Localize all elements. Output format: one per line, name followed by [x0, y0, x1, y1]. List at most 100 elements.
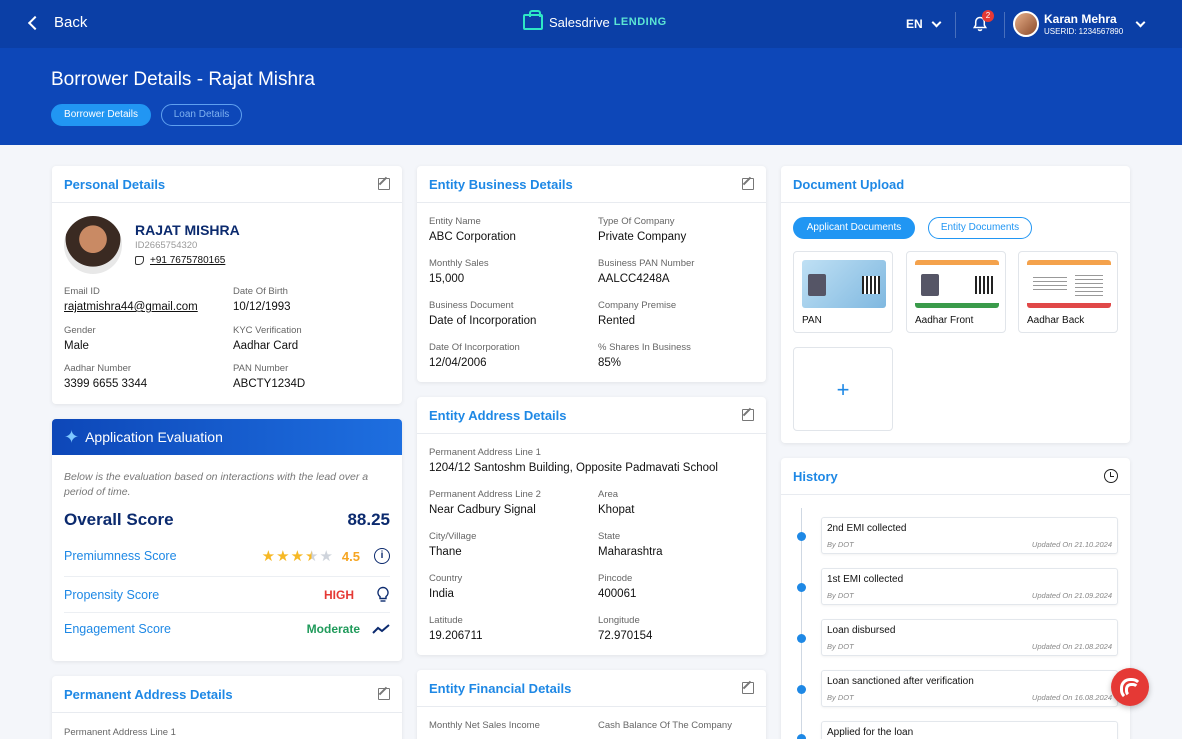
field-incorporation-date: Date Of Incorporation 12/04/2006 — [429, 342, 520, 369]
document-label: Aadhar Back — [1027, 315, 1085, 326]
add-document-button[interactable]: + — [793, 347, 893, 431]
field-value: ABCTY1234D — [233, 378, 306, 390]
field-gender: Gender Male — [64, 325, 96, 352]
edit-icon[interactable] — [378, 688, 390, 700]
card-title: Entity Business Details — [429, 176, 573, 192]
history-date: Updated On 21.09.2024 — [1031, 591, 1112, 600]
sparkle-icon: ✦ — [64, 426, 80, 447]
edit-icon[interactable] — [742, 178, 754, 190]
chevron-down-icon — [1135, 17, 1146, 27]
field-value: India — [429, 588, 454, 600]
document-pan[interactable]: PAN — [793, 251, 893, 333]
back-button[interactable]: Back — [27, 14, 87, 31]
propensity-score-group: HIGH — [324, 586, 390, 603]
tab-entity-documents[interactable]: Entity Documents — [928, 217, 1032, 239]
field-value: Rented — [598, 315, 636, 327]
field-value: Maharashtra — [598, 546, 663, 558]
email-link[interactable]: rajatmishra44@gmail.com — [64, 301, 198, 313]
edit-icon[interactable] — [742, 682, 754, 694]
divider — [955, 12, 956, 38]
entity-business-card: Entity Business Details Entity Name ABC … — [417, 166, 766, 382]
personal-details-card: Personal Details RAJAT MISHRA ID26657543… — [52, 166, 402, 404]
field-label: Company Premise — [598, 300, 677, 311]
field-label: Email ID — [64, 286, 100, 297]
field-monthly-sales: Monthly Sales 15,000 — [429, 258, 489, 285]
timeline-dot — [797, 634, 806, 643]
phone-icon — [135, 256, 144, 265]
history-item: Loan sanctioned after verification By DO… — [821, 670, 1118, 707]
field-address-line1: Permanent Address Line 1 1204/12 Santosh… — [429, 447, 718, 474]
history-title: 2nd EMI collected — [827, 523, 907, 534]
chat-support-button[interactable] — [1111, 668, 1149, 706]
phone-link[interactable]: +91 7675780165 — [135, 255, 225, 266]
clock-icon[interactable] — [1104, 469, 1118, 483]
text-lines — [1075, 274, 1103, 296]
timeline-dot — [797, 532, 806, 541]
history-date: Updated On 16.08.2024 — [1031, 693, 1112, 702]
card-header: Permanent Address Details — [52, 676, 402, 713]
history-date: Updated On 21.08.2024 — [1031, 642, 1112, 651]
divider — [64, 576, 390, 577]
premiumness-score-row: Premiumness Score ★ ★ ★ ★ ★ 4.5 i — [64, 547, 390, 565]
field-value: 1204/12 Santoshm Building, Opposite Padm… — [429, 462, 718, 474]
engagement-score-label: Engagement Score — [64, 622, 172, 636]
field-address-line2: Permanent Address Line 2 Near Cadbury Si… — [429, 489, 541, 516]
timeline-line — [801, 508, 802, 739]
field-longitude: Longitude 72.970154 — [598, 615, 652, 642]
card-title: Personal Details — [64, 176, 166, 192]
user-menu[interactable]: Karan Mehra USERID: 1234567890 — [1013, 11, 1146, 37]
history-card: History 2nd EMI collected By DOT Updated… — [781, 458, 1130, 739]
star-icon: ★ — [276, 548, 290, 565]
history-item: 2nd EMI collected By DOT Updated On 21.1… — [821, 517, 1118, 554]
card-header: Document Upload — [781, 166, 1130, 203]
notification-button[interactable]: 2 — [972, 10, 994, 32]
header-band — [0, 48, 1182, 145]
engagement-score-value: Moderate — [306, 622, 360, 636]
field-value: 10/12/1993 — [233, 301, 291, 313]
chevron-down-icon — [931, 17, 942, 27]
field-label: % Shares In Business — [598, 342, 691, 353]
field-value: 85% — [598, 357, 622, 369]
card-header: Entity Address Details — [417, 397, 766, 434]
language-selector[interactable]: EN — [906, 17, 942, 31]
edit-icon[interactable] — [742, 409, 754, 421]
history-title: Applied for the loan — [827, 727, 914, 738]
trend-line-icon — [372, 624, 390, 634]
field-value: 3399 6655 3344 — [64, 378, 148, 390]
edit-icon[interactable] — [378, 178, 390, 190]
field-latitude: Latitude 19.206711 — [429, 615, 483, 642]
field-dob: Date Of Birth 10/12/1993 — [233, 286, 291, 313]
propensity-score-value: HIGH — [324, 587, 354, 602]
history-author: By DOT — [827, 693, 854, 702]
document-aadhar-back[interactable]: Aadhar Back — [1018, 251, 1118, 333]
card-title: Entity Address Details — [429, 407, 567, 423]
tab-loan-details[interactable]: Loan Details — [161, 104, 242, 126]
overall-score-value: 88.25 — [347, 510, 390, 529]
star-rating: ★ ★ ★ ★ ★ 4.5 i — [262, 547, 390, 565]
timeline-dot — [797, 734, 806, 739]
field-state: State Maharashtra — [598, 531, 663, 558]
user-id: USERID: 1234567890 — [1044, 27, 1124, 36]
field-label: PAN Number — [233, 363, 289, 374]
field-label: Area — [598, 489, 619, 500]
history-author: By DOT — [827, 591, 854, 600]
overall-score-label: Overall Score — [64, 510, 174, 529]
field-email: Email ID rajatmishra44@gmail.com — [64, 286, 198, 313]
field-label: Monthly Net Sales Income — [429, 720, 540, 731]
field-aadhar: Aadhar Number 3399 6655 3344 — [64, 363, 147, 390]
tab-borrower-details[interactable]: Borrower Details — [51, 104, 151, 126]
card-title: Document Upload — [793, 176, 905, 192]
card-header: Entity Financial Details — [417, 670, 766, 707]
field-label: KYC Verification — [233, 325, 302, 336]
field-cash-balance: Cash Balance Of The Company — [598, 720, 732, 731]
entity-financial-card: Entity Financial Details Monthly Net Sal… — [417, 670, 766, 739]
document-aadhar-front[interactable]: Aadhar Front — [906, 251, 1006, 333]
entity-address-card: Entity Address Details Permanent Address… — [417, 397, 766, 655]
tab-applicant-documents[interactable]: Applicant Documents — [793, 217, 915, 239]
info-icon[interactable]: i — [374, 548, 390, 564]
field-label: Country — [429, 573, 463, 584]
field-value: Date of Incorporation — [429, 315, 537, 327]
field-pan: PAN Number ABCTY1234D — [233, 363, 305, 390]
history-date: Updated On 21.10.2024 — [1031, 540, 1112, 549]
field-label: Permanent Address Line 2 — [429, 489, 541, 500]
